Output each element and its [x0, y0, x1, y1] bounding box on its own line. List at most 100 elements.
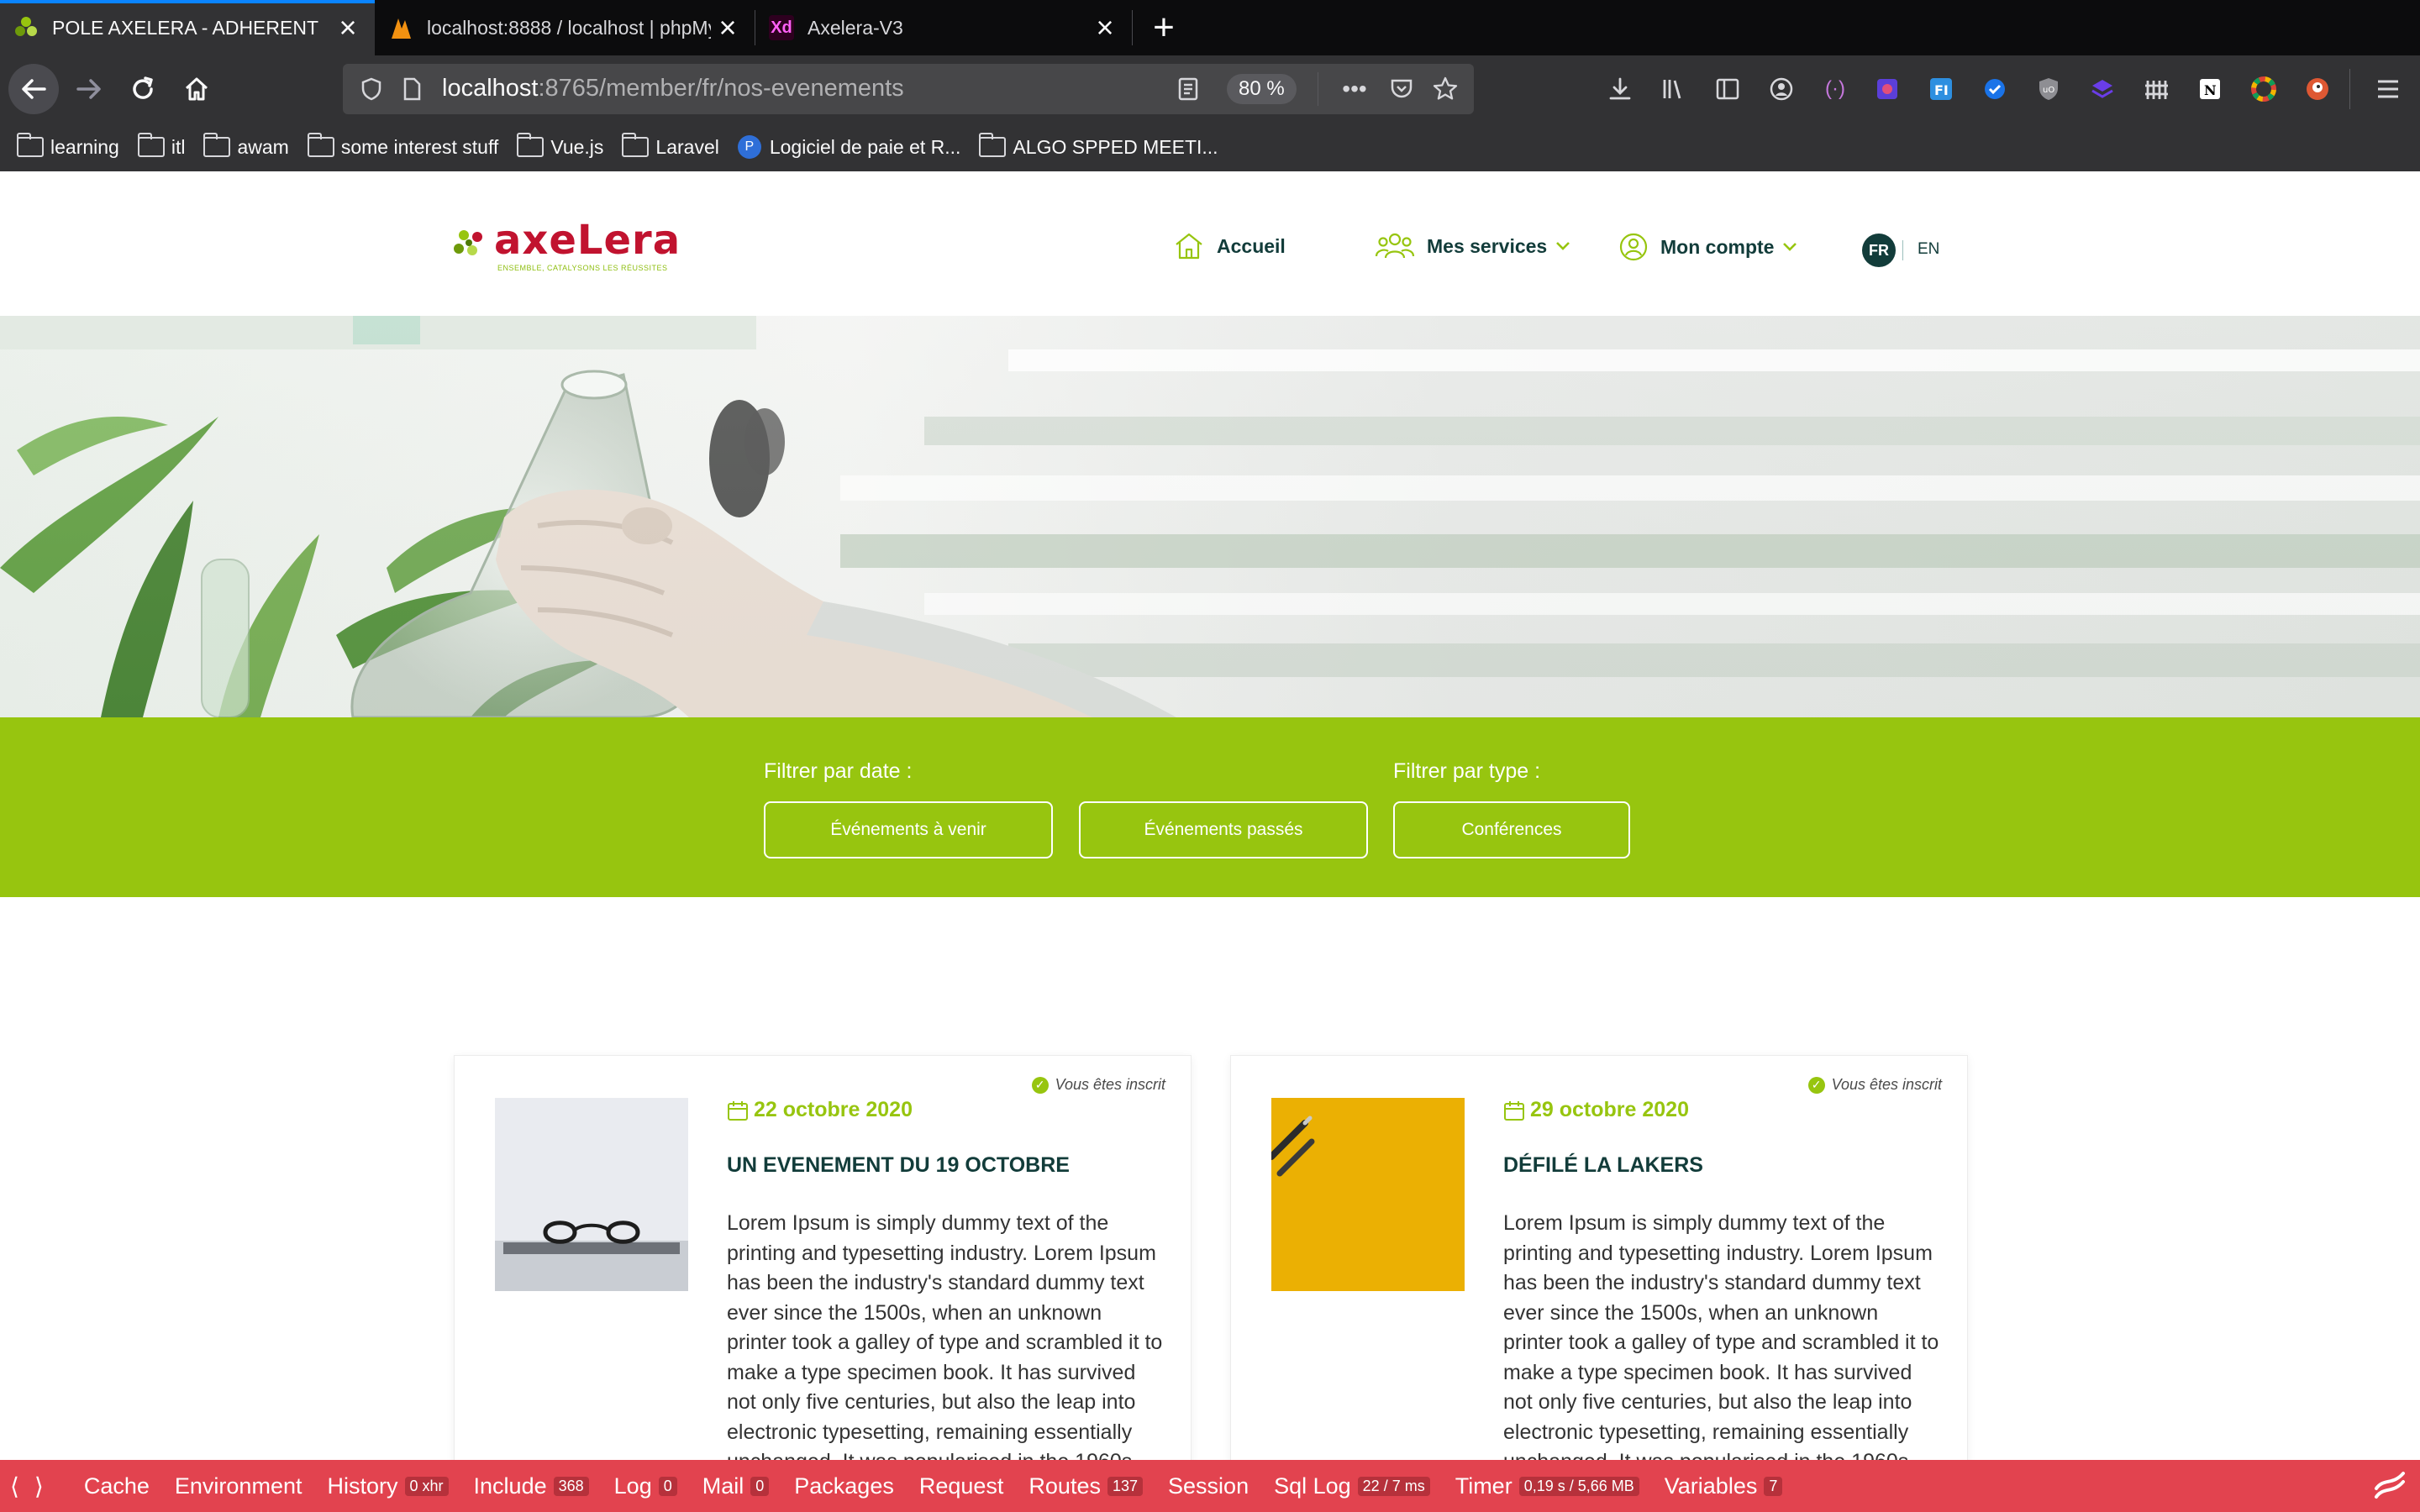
close-tab-icon[interactable]: ×: [1088, 10, 1122, 45]
extension-check-icon[interactable]: [1975, 69, 2015, 109]
download-icon[interactable]: [1600, 69, 1640, 109]
tab-title: localhost:8888 / localhost | phpMyAdmin: [427, 16, 711, 39]
nav-mes-services[interactable]: Mes services: [1375, 232, 1582, 260]
debug-tab-log[interactable]: Log 0: [614, 1473, 677, 1499]
extension-signal-icon[interactable]: (·): [1815, 69, 1855, 109]
account-icon[interactable]: [1761, 69, 1802, 109]
axelera-favicon-icon: [13, 15, 39, 40]
bookmarks-bar: learning itl awam some interest stuff Vu…: [0, 123, 2420, 171]
bookmark-star-icon[interactable]: [1428, 72, 1462, 106]
lang-en-button[interactable]: EN: [1918, 240, 1939, 259]
filter-date-label: Filtrer par date :: [764, 759, 913, 783]
page-icon[interactable]: [395, 72, 429, 106]
bookmark-folder-interest[interactable]: some interest stuff: [307, 133, 498, 159]
site-header: axeLera ENSEMBLE, CATALYSONS LES RÉUSSIT…: [0, 171, 2420, 316]
bookmark-folder-awam[interactable]: awam: [203, 133, 289, 159]
check-circle-icon: ✓: [1031, 1076, 1049, 1094]
conferences-button[interactable]: Conférences: [1393, 801, 1630, 858]
url-bar[interactable]: localhost:8765/member/fr/nos-evenements …: [343, 64, 1474, 114]
home-icon: [1176, 233, 1202, 260]
bookmark-folder-itl[interactable]: itl: [137, 133, 185, 159]
debug-count-badge: 0 xhr: [404, 1476, 449, 1496]
filter-type-label: Filtrer par type :: [1393, 759, 1541, 783]
nav-accueil[interactable]: Accueil: [1173, 232, 1286, 260]
debug-tab-timer[interactable]: Timer 0,19 s / 5,66 MB: [1455, 1473, 1639, 1499]
back-button[interactable]: [8, 64, 59, 114]
duckduckgo-icon[interactable]: [2297, 69, 2338, 109]
upcoming-events-button[interactable]: Événements à venir: [764, 801, 1053, 858]
lang-fr-button[interactable]: FR: [1862, 234, 1896, 267]
payfit-icon: P: [737, 135, 761, 159]
forward-button[interactable]: [64, 64, 114, 114]
debug-tab-routes[interactable]: Routes 137: [1028, 1473, 1144, 1499]
folder-icon: [979, 133, 1007, 157]
event-card[interactable]: ✓ Vous êtes inscrit 29 octobre 2020 DÉFI…: [1230, 1055, 1968, 1512]
library-icon[interactable]: [1654, 69, 1694, 109]
tab-phpmyadmin[interactable]: localhost:8888 / localhost | phpMyAdmin …: [375, 0, 755, 55]
axelera-logo-icon: [454, 230, 482, 255]
reload-button[interactable]: [118, 64, 168, 114]
more-actions-icon[interactable]: •••: [1338, 72, 1371, 106]
past-events-button[interactable]: Événements passés: [1079, 801, 1368, 858]
browser-toolbar: localhost:8765/member/fr/nos-evenements …: [0, 55, 2420, 123]
bookmark-folder-learning[interactable]: learning: [17, 133, 119, 159]
arrow-left-icon: [22, 79, 46, 99]
nav-mon-compte-label: Mon compte: [1660, 235, 1775, 258]
bookmark-logiciel-paie[interactable]: P Logiciel de paie et R...: [737, 135, 960, 159]
home-button[interactable]: [171, 64, 222, 114]
debug-tab-variables[interactable]: Variables 7: [1665, 1473, 1783, 1499]
color-wheel-icon[interactable]: [2244, 69, 2284, 109]
folder-icon: [517, 133, 544, 157]
debug-tab-environment[interactable]: Environment: [175, 1473, 302, 1499]
pocket-icon[interactable]: [1385, 72, 1418, 106]
tab-pole-axelera[interactable]: POLE AXELERA - ADHERENT ×: [0, 0, 375, 55]
bookmark-folder-laravel[interactable]: Laravel: [622, 133, 719, 159]
laravel-logo-icon[interactable]: [2371, 1468, 2408, 1505]
debug-tab-mail[interactable]: Mail 0: [702, 1473, 770, 1499]
close-tab-icon[interactable]: ×: [711, 10, 744, 45]
debugbar-toggle[interactable]: ⟨⟩: [10, 1473, 59, 1500]
tab-axelera-v3[interactable]: Xd Axelera-V3 ×: [755, 0, 1132, 55]
debug-tab-packages[interactable]: Packages: [794, 1473, 894, 1499]
chevron-down-icon: [1783, 243, 1797, 251]
extension-ft-icon[interactable]: FI: [1921, 69, 1961, 109]
ublock-shield-icon[interactable]: uO: [2028, 69, 2069, 109]
folder-icon: [622, 133, 650, 157]
bookmark-folder-vuejs[interactable]: Vue.js: [517, 133, 603, 159]
arrow-right-icon: [76, 79, 101, 99]
hamburger-menu-icon[interactable]: [2368, 69, 2408, 109]
debug-count-badge: 0: [658, 1476, 677, 1496]
registered-badge: ✓ Vous êtes inscrit: [1807, 1076, 1942, 1094]
extension-fence-icon[interactable]: [2136, 69, 2176, 109]
debug-count-badge: 22 / 7 ms: [1357, 1476, 1430, 1496]
url-text[interactable]: localhost:8765/member/fr/nos-evenements: [442, 75, 904, 102]
event-title[interactable]: UN EVENEMENT DU 19 OCTOBRE: [727, 1153, 1070, 1178]
tab-separator: [1132, 10, 1133, 45]
phpmyadmin-favicon-icon: [388, 15, 413, 40]
tab-title: Axelera-V3: [808, 16, 903, 39]
extension-grid-icon[interactable]: [1867, 69, 1907, 109]
debug-tab-session[interactable]: Session: [1168, 1473, 1249, 1499]
new-tab-icon[interactable]: +: [1143, 7, 1185, 49]
event-title[interactable]: DÉFILÉ LA LAKERS: [1503, 1153, 1703, 1178]
debug-tab-sql-log[interactable]: Sql Log 22 / 7 ms: [1274, 1473, 1430, 1499]
shield-icon[interactable]: [355, 72, 388, 106]
folder-icon: [17, 133, 44, 157]
debug-tab-request[interactable]: Request: [919, 1473, 1004, 1499]
event-date: 29 octobre 2020: [1503, 1098, 1689, 1122]
debug-tab-cache[interactable]: Cache: [84, 1473, 150, 1499]
event-card[interactable]: ✓ Vous êtes inscrit 22 octobre 2020 UN E…: [454, 1055, 1192, 1512]
reader-view-icon[interactable]: [1171, 72, 1205, 106]
browser-tab-bar: POLE AXELERA - ADHERENT × localhost:8888…: [0, 0, 2420, 55]
logo-wordmark: axeLera: [494, 217, 681, 264]
debug-tab-history[interactable]: History 0 xhr: [327, 1473, 449, 1499]
extension-layers-icon[interactable]: [2082, 69, 2123, 109]
zoom-level[interactable]: 80 %: [1227, 74, 1297, 104]
axelera-logo[interactable]: axeLera ENSEMBLE, CATALYSONS LES RÉUSSIT…: [452, 217, 680, 272]
sidebar-icon[interactable]: [1707, 69, 1748, 109]
extension-notion-icon[interactable]: N: [2190, 69, 2230, 109]
close-tab-icon[interactable]: ×: [331, 10, 365, 45]
debug-tab-include[interactable]: Include 368: [474, 1473, 589, 1499]
nav-mon-compte[interactable]: Mon compte: [1618, 232, 1809, 262]
bookmark-folder-algo[interactable]: ALGO SPPED MEETI...: [979, 133, 1218, 159]
